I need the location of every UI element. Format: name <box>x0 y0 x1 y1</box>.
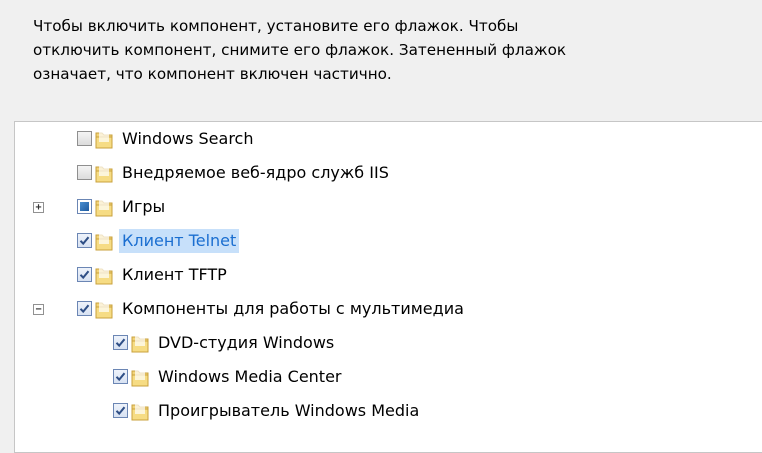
feature-label[interactable]: Клиент Telnet <box>119 229 240 253</box>
folder-icon <box>95 129 113 149</box>
feature-label[interactable]: Игры <box>119 195 168 219</box>
checkbox-icon[interactable] <box>77 131 92 146</box>
folder-icon <box>95 265 113 285</box>
feature-label[interactable]: Компоненты для работы с мультимедиа <box>119 297 467 321</box>
feature-row[interactable]: DVD-студия Windows <box>15 326 762 360</box>
checkbox-icon[interactable] <box>77 165 92 180</box>
folder-icon <box>95 163 113 183</box>
folder-icon <box>131 401 149 421</box>
checkbox-icon[interactable] <box>77 199 92 214</box>
feature-row[interactable]: + Игры <box>15 190 762 224</box>
checkbox-icon[interactable] <box>77 233 92 248</box>
feature-label[interactable]: Windows Media Center <box>155 365 345 389</box>
feature-label[interactable]: Клиент TFTP <box>119 263 230 287</box>
feature-row[interactable]: − Компоненты для работы с мультимедиа <box>15 292 762 326</box>
feature-row[interactable]: Клиент Telnet <box>15 224 762 258</box>
checkbox-icon[interactable] <box>113 369 128 384</box>
folder-icon <box>95 197 113 217</box>
folder-icon <box>131 367 149 387</box>
checkbox-icon[interactable] <box>113 403 128 418</box>
description-line-2: отключить компонент, снимите его флажок.… <box>33 41 567 59</box>
feature-row[interactable]: Проигрыватель Windows Media <box>15 394 762 428</box>
checkbox-icon[interactable] <box>77 267 92 282</box>
folder-icon <box>131 333 149 353</box>
description-line-3: означает, что компонент включен частично… <box>33 65 392 83</box>
feature-row[interactable]: Windows Media Center <box>15 360 762 394</box>
folder-icon <box>95 299 113 319</box>
feature-label[interactable]: Проигрыватель Windows Media <box>155 399 422 423</box>
description-text: Чтобы включить компонент, установите его… <box>33 14 762 86</box>
expand-icon[interactable]: + <box>33 202 44 213</box>
features-tree[interactable]: Windows Search Внедряемое веб-ядро служб … <box>14 121 762 453</box>
feature-label[interactable]: Windows Search <box>119 127 256 151</box>
collapse-icon[interactable]: − <box>33 304 44 315</box>
folder-icon <box>95 231 113 251</box>
checkbox-icon[interactable] <box>77 301 92 316</box>
description-line-1: Чтобы включить компонент, установите его… <box>33 17 519 35</box>
feature-label[interactable]: DVD-студия Windows <box>155 331 337 355</box>
feature-row[interactable]: Клиент TFTP <box>15 258 762 292</box>
feature-row[interactable]: Windows Search <box>15 122 762 156</box>
feature-row[interactable]: Внедряемое веб-ядро служб IIS <box>15 156 762 190</box>
feature-label[interactable]: Внедряемое веб-ядро служб IIS <box>119 161 392 185</box>
checkbox-icon[interactable] <box>113 335 128 350</box>
